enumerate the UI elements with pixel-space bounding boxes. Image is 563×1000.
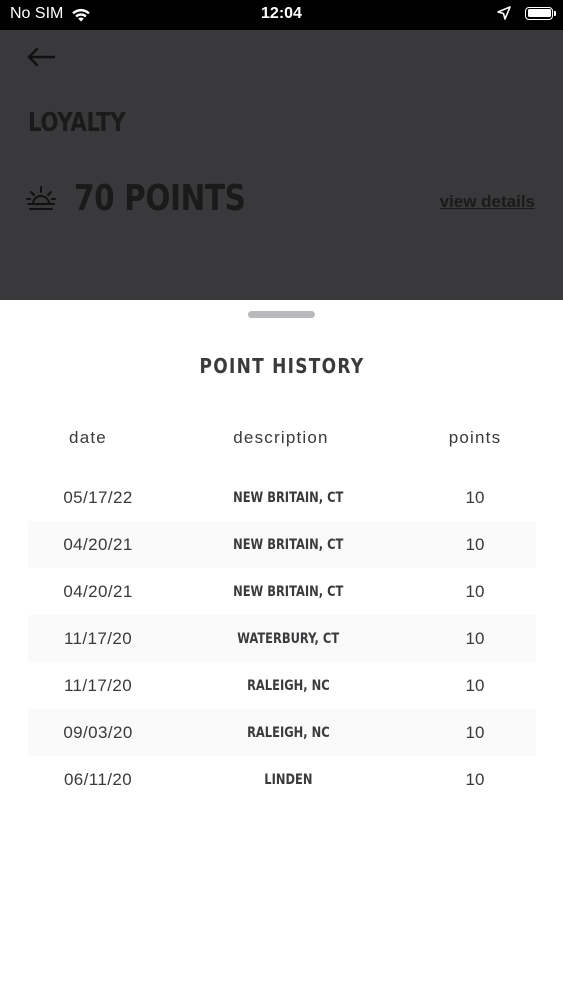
table-row: 04/20/21 NEW BRITAIN, CT 10: [28, 568, 536, 615]
row-points: 10: [465, 581, 485, 601]
row-description-text: NEW BRITAIN, CT: [232, 489, 344, 506]
table-row: 06/11/20 LINDEN 10: [28, 756, 536, 803]
status-time: 12:04: [261, 5, 302, 22]
row-description-text: RALEIGH, NC: [246, 724, 330, 741]
table-body: 05/17/22 NEW BRITAIN, CT 10 04/20/21 NEW…: [28, 474, 536, 803]
row-points: 10: [465, 722, 485, 742]
table-row: 04/20/21 NEW BRITAIN, CT 10: [28, 521, 536, 568]
table-header: date description points: [28, 420, 536, 456]
row-date: 04/20/21: [63, 534, 133, 554]
table-row: 11/17/20 WATERBURY, CT 10: [28, 615, 536, 662]
status-right-group: [497, 6, 556, 20]
row-description: NEW BRITAIN, CT: [168, 584, 408, 600]
points-summary: 70 POINTS view details: [26, 176, 537, 226]
row-points: 10: [465, 675, 485, 695]
row-points: 10: [465, 769, 485, 789]
dimmed-page-backdrop[interactable]: No SIM 12:04 LOYALTY 70 POINTS view deta…: [0, 0, 563, 300]
sheet-title: POINT HISTORY: [0, 354, 563, 378]
point-history-sheet: POINT HISTORY date description points 05…: [0, 300, 563, 1000]
points-total: 70 POINTS: [74, 178, 246, 219]
row-description-text: WATERBURY, CT: [237, 630, 339, 647]
row-date: 11/17/20: [63, 628, 133, 648]
view-details-link[interactable]: view details: [440, 192, 535, 212]
row-description: NEW BRITAIN, CT: [168, 490, 408, 506]
row-description-text: NEW BRITAIN, CT: [232, 583, 344, 600]
battery-icon: [525, 6, 556, 20]
row-date: 11/17/20: [63, 675, 133, 695]
row-date: 09/03/20: [63, 722, 133, 742]
row-points: 10: [465, 534, 485, 554]
row-description: RALEIGH, NC: [168, 725, 408, 741]
row-date: 06/11/20: [63, 769, 133, 789]
row-description-text: LINDEN: [263, 771, 313, 788]
loyalty-screen: No SIM 12:04 LOYALTY 70 POINTS view deta…: [0, 0, 563, 1000]
row-points: 10: [465, 487, 485, 507]
row-description-text: RALEIGH, NC: [246, 677, 330, 694]
point-history-table: date description points 05/17/22 NEW BRI…: [28, 420, 536, 803]
column-header-date: date: [69, 428, 107, 447]
row-description: WATERBURY, CT: [168, 631, 408, 647]
column-header-points: points: [448, 428, 502, 447]
row-date: 05/17/22: [63, 487, 133, 507]
location-arrow-icon: [497, 6, 511, 20]
sheet-drag-handle[interactable]: [248, 311, 315, 318]
row-description: NEW BRITAIN, CT: [168, 537, 408, 553]
back-arrow-icon[interactable]: [26, 44, 56, 70]
row-description: LINDEN: [168, 772, 408, 788]
sun-rise-icon: [26, 186, 56, 210]
column-header-description: description: [233, 428, 329, 447]
table-row: 05/17/22 NEW BRITAIN, CT 10: [28, 474, 536, 521]
table-row: 09/03/20 RALEIGH, NC 10: [28, 709, 536, 756]
row-description: RALEIGH, NC: [168, 678, 408, 694]
table-row: 11/17/20 RALEIGH, NC 10: [28, 662, 536, 709]
row-points: 10: [465, 628, 485, 648]
page-title: LOYALTY: [28, 108, 126, 138]
status-bar: No SIM 12:04: [0, 0, 563, 30]
sheet-title-text: POINT HISTORY: [199, 354, 364, 378]
row-date: 04/20/21: [63, 581, 133, 601]
row-description-text: NEW BRITAIN, CT: [232, 536, 344, 553]
